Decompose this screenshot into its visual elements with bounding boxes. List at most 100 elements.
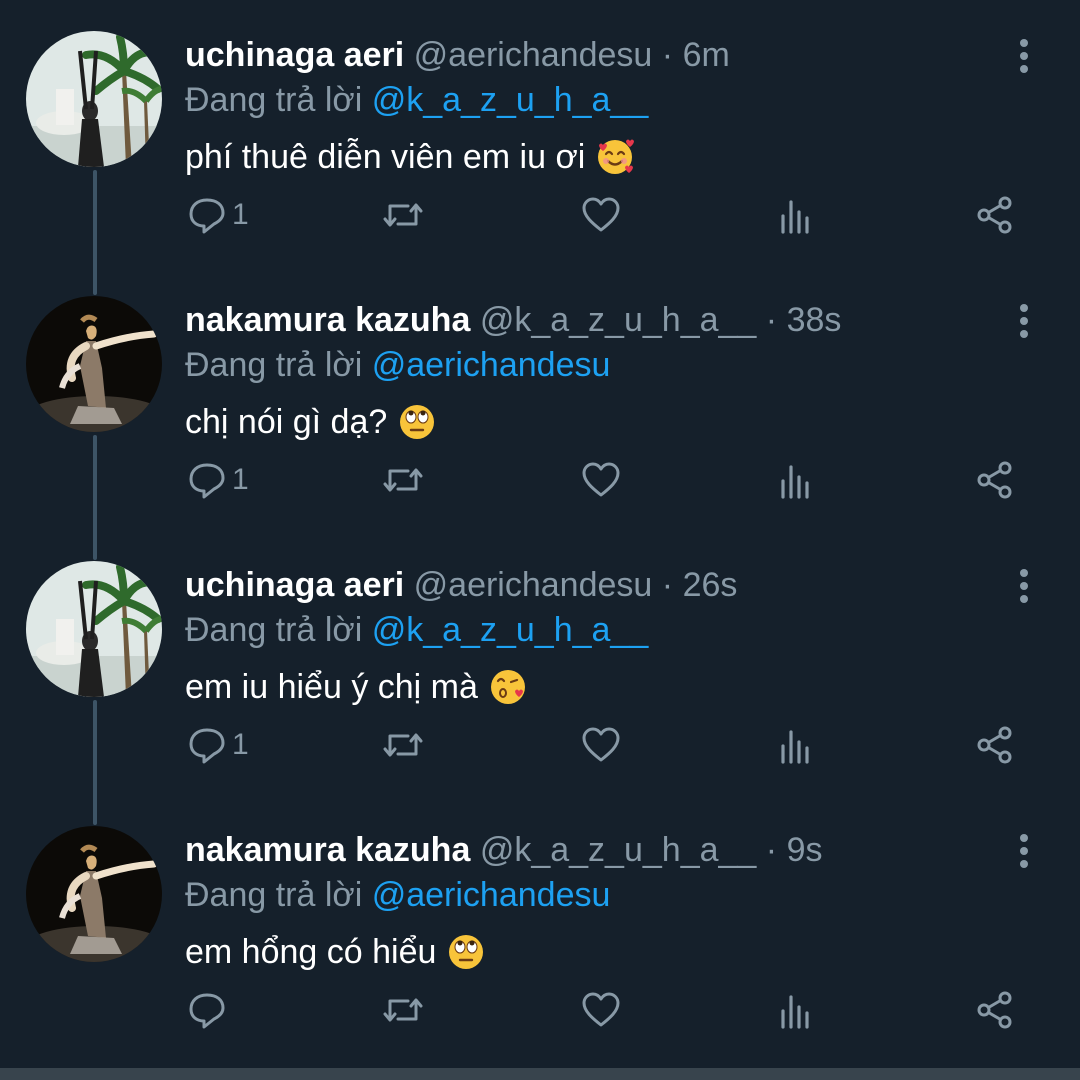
heart-icon (582, 727, 620, 762)
analytics-icon (781, 200, 809, 234)
reply-context: Đang trả lời @aerichandesu (185, 873, 610, 917)
reply-count: 1 (232, 463, 249, 496)
retweet-icon (383, 468, 423, 492)
avatar-dancer-icon (26, 296, 162, 432)
tweet-text: em hổng có hiểu (185, 929, 486, 975)
tweet-text-content: em hổng có hiểu (185, 933, 437, 971)
retweet-icon (383, 203, 423, 227)
reply-icon (189, 463, 225, 499)
face-blowing-a-kiss-icon (488, 667, 528, 707)
like-button[interactable] (580, 985, 622, 1035)
tweet-header: nakamura kazuha @k_a_z_u_h_a__ · 38s (185, 298, 841, 342)
avatar[interactable] (26, 31, 162, 167)
analytics-icon (781, 730, 809, 764)
tweet-1[interactable]: uchinaga aeri @aerichandesu · 6m Đang tr… (0, 0, 1080, 265)
reply-to-link[interactable]: @k_a_z_u_h_a__ (372, 611, 649, 649)
reply-icon (189, 728, 225, 764)
display-name[interactable]: nakamura kazuha (185, 831, 470, 869)
tweet-2[interactable]: nakamura kazuha @k_a_z_u_h_a__ · 38s Đan… (0, 265, 1080, 530)
smiling-face-with-hearts-icon (595, 137, 635, 177)
reply-to-link[interactable]: @k_a_z_u_h_a__ (372, 81, 649, 119)
analytics-button[interactable] (776, 190, 818, 240)
retweet-icon (383, 998, 423, 1022)
tweet-actions: 1 (0, 710, 1080, 780)
analytics-icon (781, 995, 809, 1029)
retweet-button[interactable] (382, 985, 424, 1035)
timestamp[interactable]: 9s (787, 831, 823, 869)
like-button[interactable] (580, 720, 622, 770)
like-button[interactable] (580, 190, 622, 240)
separator-dot: · (765, 301, 778, 339)
share-icon (977, 461, 1012, 499)
display-name[interactable]: nakamura kazuha (185, 301, 470, 339)
more-vertical-icon[interactable] (1008, 36, 1040, 76)
reply-button[interactable]: 1 (186, 190, 249, 240)
share-icon (977, 991, 1012, 1029)
tweet-text-content: phí thuê diễn viên em iu ơi (185, 138, 586, 176)
retweet-button[interactable] (382, 190, 424, 240)
more-vertical-icon[interactable] (1008, 301, 1040, 341)
tweet-text-content: em iu hiểu ý chị mà (185, 668, 478, 706)
bottom-divider (0, 1068, 1080, 1080)
tweet-header: uchinaga aeri @aerichandesu · 6m (185, 33, 730, 77)
reply-to-link[interactable]: @aerichandesu (372, 346, 611, 384)
timestamp[interactable]: 38s (787, 301, 842, 339)
reply-icon (189, 198, 225, 234)
retweet-button[interactable] (382, 720, 424, 770)
tweet-actions (0, 975, 1080, 1045)
share-icon (977, 726, 1012, 764)
avatar[interactable] (26, 561, 162, 697)
tweet-text: chị nói gì dạ? (185, 399, 437, 445)
retweet-button[interactable] (382, 455, 424, 505)
analytics-button[interactable] (776, 455, 818, 505)
reply-button[interactable]: 1 (186, 720, 249, 770)
tweet-3[interactable]: uchinaga aeri @aerichandesu · 26s Đang t… (0, 530, 1080, 795)
reply-to-link[interactable]: @aerichandesu (372, 876, 611, 914)
tweet-text: em iu hiểu ý chị mà (185, 664, 528, 710)
separator-dot: · (661, 566, 674, 604)
user-handle[interactable]: @k_a_z_u_h_a__ (480, 301, 757, 339)
analytics-button[interactable] (776, 720, 818, 770)
analytics-icon (781, 465, 809, 499)
tweet-text: phí thuê diễn viên em iu ơi (185, 134, 635, 180)
like-button[interactable] (580, 455, 622, 505)
reply-count: 1 (232, 198, 249, 231)
separator-dot: · (661, 36, 674, 74)
tweet-4[interactable]: nakamura kazuha @k_a_z_u_h_a__ · 9s Đang… (0, 795, 1080, 1060)
heart-icon (582, 197, 620, 232)
face-with-rolling-eyes-icon (397, 402, 437, 442)
tweet-header: nakamura kazuha @k_a_z_u_h_a__ · 9s (185, 828, 822, 872)
tweet-actions: 1 (0, 445, 1080, 515)
display-name[interactable]: uchinaga aeri (185, 566, 404, 604)
reply-count: 1 (232, 728, 249, 761)
user-handle[interactable]: @k_a_z_u_h_a__ (480, 831, 757, 869)
avatar[interactable] (26, 296, 162, 432)
share-button[interactable] (974, 455, 1016, 505)
avatar[interactable] (26, 826, 162, 962)
separator-dot: · (765, 831, 778, 869)
reply-context: Đang trả lời @aerichandesu (185, 343, 610, 387)
tweet-header: uchinaga aeri @aerichandesu · 26s (185, 563, 737, 607)
timestamp[interactable]: 26s (683, 566, 738, 604)
share-button[interactable] (974, 985, 1016, 1035)
user-handle[interactable]: @aerichandesu (414, 566, 653, 604)
more-vertical-icon[interactable] (1008, 566, 1040, 606)
share-button[interactable] (974, 720, 1016, 770)
reply-icon (189, 993, 225, 1029)
reply-context: Đang trả lời @k_a_z_u_h_a__ (185, 78, 648, 122)
avatar-palm-trees-icon (26, 561, 162, 697)
tweet-actions: 1 (0, 180, 1080, 250)
reply-context: Đang trả lời @k_a_z_u_h_a__ (185, 608, 648, 652)
reply-prefix: Đang trả lời (185, 876, 363, 914)
tweet-text-content: chị nói gì dạ? (185, 403, 388, 441)
more-vertical-icon[interactable] (1008, 831, 1040, 871)
reply-button[interactable] (186, 985, 232, 1035)
share-button[interactable] (974, 190, 1016, 240)
timestamp[interactable]: 6m (683, 36, 730, 74)
user-handle[interactable]: @aerichandesu (414, 36, 653, 74)
display-name[interactable]: uchinaga aeri (185, 36, 404, 74)
analytics-button[interactable] (776, 985, 818, 1035)
reply-prefix: Đang trả lời (185, 611, 363, 649)
avatar-palm-trees-icon (26, 31, 162, 167)
reply-button[interactable]: 1 (186, 455, 249, 505)
